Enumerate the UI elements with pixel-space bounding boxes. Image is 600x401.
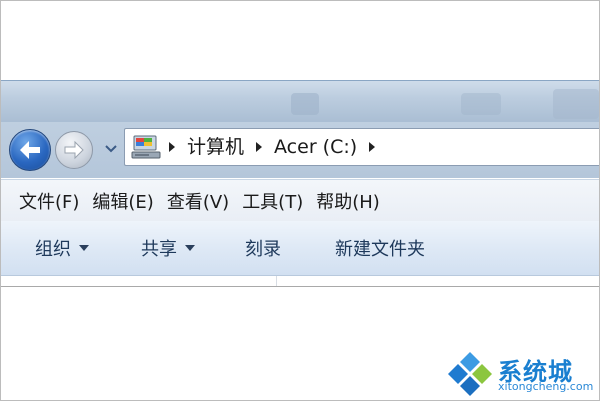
triangle-right-icon [369, 142, 376, 152]
organize-button[interactable]: 组织 [35, 235, 89, 261]
watermark: 系统城 xitongcheng.com [446, 350, 596, 396]
forward-arrow-icon [64, 140, 84, 160]
breadcrumb-expand-button[interactable] [250, 129, 268, 165]
pane-divider[interactable] [276, 276, 277, 286]
triangle-right-icon [256, 142, 263, 152]
burn-button[interactable]: 刻录 [245, 235, 281, 261]
navigation-bar: 计算机 Acer (C:) [1, 122, 599, 178]
breadcrumb-computer[interactable]: 计算机 [181, 129, 250, 165]
back-button[interactable] [9, 129, 51, 171]
share-button[interactable]: 共享 [141, 235, 195, 261]
window-title-bar [1, 80, 599, 123]
breadcrumb-drive-c[interactable]: Acer (C:) [268, 129, 363, 165]
content-area-border [1, 286, 599, 287]
breadcrumb-expand-button[interactable] [363, 129, 381, 165]
menu-tools[interactable]: 工具(T) [242, 188, 316, 214]
menu-file[interactable]: 文件(F) [19, 188, 92, 214]
dropdown-caret-icon [79, 245, 89, 251]
blurred-titlebar-element [291, 93, 319, 115]
watermark-logo-icon [448, 352, 492, 396]
burn-label: 刻录 [245, 239, 281, 260]
dropdown-caret-icon [185, 245, 195, 251]
computer-icon [129, 133, 163, 161]
address-bar[interactable]: 计算机 Acer (C:) [124, 128, 599, 166]
chevron-down-icon [105, 145, 117, 153]
menu-help[interactable]: 帮助(H) [316, 188, 393, 214]
forward-button[interactable] [55, 131, 93, 169]
back-arrow-icon [20, 141, 40, 159]
new-folder-label: 新建文件夹 [335, 239, 425, 260]
recent-pages-button[interactable] [104, 142, 118, 156]
watermark-url: xitongcheng.com [498, 380, 594, 393]
menu-view[interactable]: 查看(V) [167, 188, 242, 214]
blurred-titlebar-element [553, 89, 599, 119]
breadcrumb-expand-button[interactable] [163, 129, 181, 165]
share-label: 共享 [141, 239, 177, 260]
command-bar: 组织 共享 刻录 新建文件夹 [1, 221, 599, 276]
organize-label: 组织 [35, 239, 71, 260]
menu-bar: 文件(F) 编辑(E) 查看(V) 工具(T) 帮助(H) [1, 179, 599, 222]
new-folder-button[interactable]: 新建文件夹 [335, 235, 425, 261]
blurred-titlebar-element [461, 93, 501, 115]
triangle-right-icon [169, 142, 175, 152]
menu-edit[interactable]: 编辑(E) [92, 188, 166, 214]
